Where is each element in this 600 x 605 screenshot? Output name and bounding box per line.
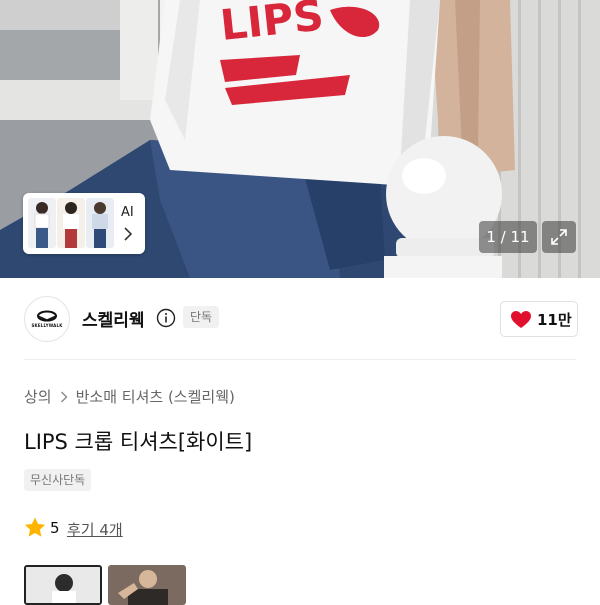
ai-thumbnail <box>57 198 85 248</box>
product-image-gallery[interactable]: LIPS AI 1 / 11 <box>0 0 600 278</box>
brand-row: SKELLYWALK 스켈리웩 단독 11만 <box>0 294 600 342</box>
brand-logo-text: SKELLYWALK <box>31 323 63 328</box>
breadcrumb-item-category[interactable]: 상의 <box>24 388 52 406</box>
expand-button[interactable] <box>542 221 576 253</box>
chevron-right-icon <box>60 391 68 402</box>
brand-logo[interactable]: SKELLYWALK <box>24 296 70 342</box>
breadcrumb: 상의 반소매 티셔츠 (스켈리웩) <box>24 386 235 407</box>
heart-icon <box>511 311 531 328</box>
divider <box>24 359 576 360</box>
brand-logo-mark <box>37 310 57 322</box>
chevron-right-icon <box>124 227 133 241</box>
info-icon[interactable] <box>156 308 176 328</box>
review-thumbnail[interactable] <box>108 565 186 605</box>
rating-value: 5 <box>50 519 60 537</box>
star-icon <box>24 517 46 537</box>
brand-name[interactable]: 스켈리웩 <box>82 306 145 331</box>
musinsa-exclusive-badge: 무신사단독 <box>24 469 92 491</box>
review-link[interactable]: 후기 4개 <box>67 519 123 540</box>
product-title: LIPS 크롭 티셔츠[화이트] <box>24 430 253 454</box>
like-count: 11만 <box>537 311 572 329</box>
ai-thumbnail <box>28 198 56 248</box>
ai-styling-card[interactable]: AI <box>23 193 145 254</box>
ai-label: AI <box>121 205 134 220</box>
breadcrumb-item-subcategory[interactable]: 반소매 티셔츠 (스켈리웩) <box>76 388 235 406</box>
image-counter: 1 / 11 <box>479 221 537 253</box>
review-thumbnail[interactable] <box>24 565 102 605</box>
exclusive-badge: 단독 <box>183 306 220 328</box>
expand-icon <box>551 229 567 245</box>
ai-thumbnail <box>86 198 114 248</box>
like-button[interactable]: 11만 <box>500 301 578 337</box>
